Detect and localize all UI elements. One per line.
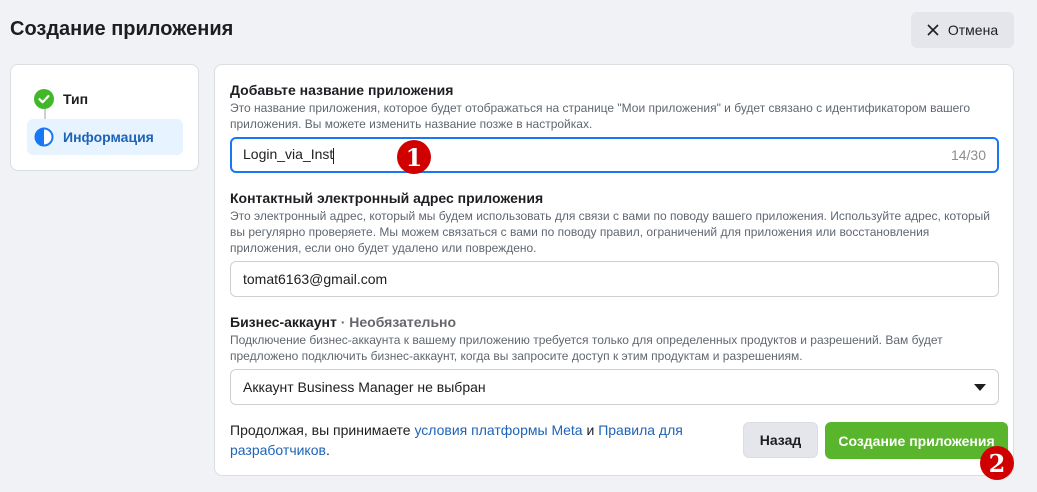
app-name-value: Login_via_Inst xyxy=(243,146,334,163)
check-circle-icon xyxy=(34,89,54,109)
app-name-description: Это название приложения, которое будет о… xyxy=(230,101,971,131)
step-type[interactable]: Тип xyxy=(27,81,183,117)
step-information[interactable]: Информация xyxy=(27,119,183,155)
step-label: Тип xyxy=(63,91,89,107)
terms-text: Продолжая, вы принимаете условия платфор… xyxy=(230,422,683,458)
business-account-title: Бизнес-аккаунт · Необязательно xyxy=(230,314,456,330)
contact-email-value: tomat6163@gmail.com xyxy=(243,271,388,287)
chevron-down-icon xyxy=(974,383,986,391)
platform-terms-link[interactable]: условия платформы Meta xyxy=(414,422,582,438)
page-title: Создание приложения xyxy=(10,18,234,40)
create-app-button[interactable]: Создание приложения xyxy=(825,422,1008,459)
app-name-title: Добавьте название приложения xyxy=(230,82,454,98)
cancel-label: Отмена xyxy=(947,22,999,38)
half-circle-progress-icon xyxy=(34,127,54,147)
annotation-marker-1: ❶1 xyxy=(397,140,431,174)
back-button[interactable]: Назад xyxy=(743,422,818,458)
business-account-selected: Аккаунт Business Manager не выбран xyxy=(243,379,486,395)
annotation-marker-2: ❷2 xyxy=(980,446,1014,480)
char-counter: 14/30 xyxy=(950,147,986,163)
steps-panel: Тип Информация xyxy=(10,64,199,171)
app-name-input[interactable]: Login_via_Inst 14/30 xyxy=(230,137,999,173)
cancel-button[interactable]: Отмена xyxy=(911,12,1014,48)
optional-label: · Необязательно xyxy=(340,314,457,330)
close-icon xyxy=(927,24,939,36)
business-account-select[interactable]: Аккаунт Business Manager не выбран xyxy=(230,369,999,405)
business-account-label: Бизнес-аккаунт xyxy=(230,314,337,330)
text-caret xyxy=(333,147,335,164)
step-label: Информация xyxy=(63,129,154,145)
business-account-description: Подключение бизнес-аккаунта к вашему при… xyxy=(230,333,943,363)
contact-email-title: Контактный электронный адрес приложения xyxy=(230,190,544,206)
app-form: Добавьте название приложения Это названи… xyxy=(214,64,1014,476)
contact-email-input[interactable]: tomat6163@gmail.com xyxy=(230,261,999,297)
contact-email-description: Это электронный адрес, который мы будем … xyxy=(230,209,990,255)
